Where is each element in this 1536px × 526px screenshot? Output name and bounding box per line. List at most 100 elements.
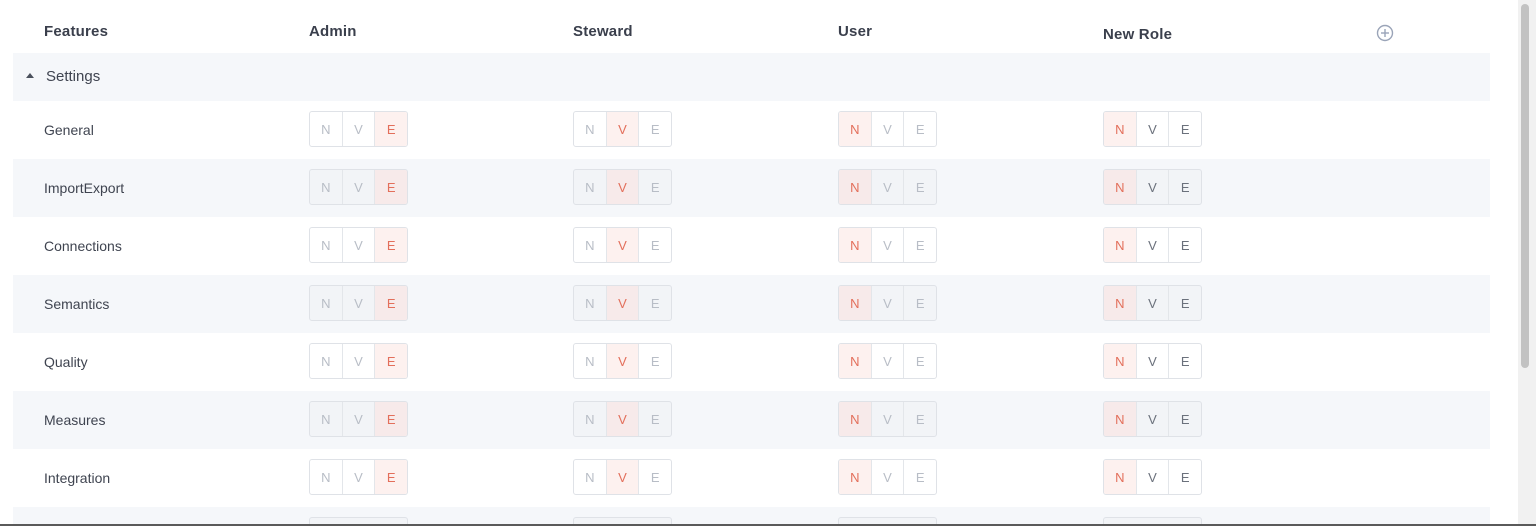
permission-option-e[interactable]: E — [374, 112, 407, 146]
permission-option-v[interactable]: V — [341, 402, 375, 436]
permission-toggle-new-role: NVE — [1103, 459, 1202, 495]
plus-circle-icon[interactable] — [1376, 24, 1394, 42]
permission-option-n[interactable]: N — [574, 460, 606, 494]
permission-option-v[interactable]: V — [605, 460, 639, 494]
permission-option-v[interactable]: V — [605, 344, 639, 378]
permission-option-n[interactable]: N — [839, 112, 871, 146]
permission-option-v[interactable]: V — [341, 460, 375, 494]
permission-option-n[interactable]: N — [1104, 460, 1136, 494]
permission-option-e[interactable]: E — [638, 460, 671, 494]
permission-option-n[interactable]: N — [574, 402, 606, 436]
permission-option-n[interactable]: N — [310, 460, 342, 494]
permission-option-v[interactable]: V — [605, 228, 639, 262]
permission-option-e[interactable]: E — [903, 112, 936, 146]
permission-toggle-new-role: NVE — [1103, 285, 1202, 321]
permission-option-v[interactable]: V — [605, 402, 639, 436]
permission-option-n[interactable]: N — [1104, 344, 1136, 378]
permission-option-n[interactable]: N — [310, 228, 342, 262]
permission-option-e[interactable]: E — [638, 286, 671, 320]
permission-option-v[interactable]: V — [605, 286, 639, 320]
permission-option-v[interactable]: V — [870, 112, 904, 146]
permission-toggle-user: NVE — [838, 401, 937, 437]
permission-option-v[interactable]: V — [341, 228, 375, 262]
permission-option-v[interactable]: V — [870, 228, 904, 262]
permission-option-e[interactable]: E — [903, 402, 936, 436]
permission-option-n[interactable]: N — [310, 170, 342, 204]
permission-option-n[interactable]: N — [839, 460, 871, 494]
permission-option-e[interactable]: E — [903, 286, 936, 320]
permission-toggle-steward: NVE — [573, 459, 672, 495]
permission-option-n[interactable]: N — [310, 286, 342, 320]
permission-option-v[interactable]: V — [870, 460, 904, 494]
permission-option-v[interactable]: V — [605, 170, 639, 204]
permission-option-e[interactable]: E — [903, 344, 936, 378]
permission-option-e[interactable]: E — [374, 402, 407, 436]
permission-option-e[interactable]: E — [374, 170, 407, 204]
permission-option-e[interactable]: E — [1168, 228, 1201, 262]
permission-option-e[interactable]: E — [638, 402, 671, 436]
permission-option-e[interactable]: E — [1168, 112, 1201, 146]
permission-option-v[interactable]: V — [870, 286, 904, 320]
header-role-steward: Steward — [573, 23, 633, 40]
permission-option-n[interactable]: N — [1104, 170, 1136, 204]
permission-toggle-new-role: NVE — [1103, 401, 1202, 437]
permission-option-e[interactable]: E — [374, 286, 407, 320]
permission-option-e[interactable]: E — [903, 460, 936, 494]
permission-option-n[interactable]: N — [574, 344, 606, 378]
permission-option-n[interactable]: N — [839, 170, 871, 204]
permission-option-n[interactable]: N — [1104, 112, 1136, 146]
permission-option-e[interactable]: E — [638, 228, 671, 262]
permission-option-n[interactable]: N — [574, 112, 606, 146]
permission-option-e[interactable]: E — [638, 170, 671, 204]
permission-option-v[interactable]: V — [1135, 228, 1169, 262]
permission-toggle-user: NVE — [838, 343, 937, 379]
permission-option-v[interactable]: V — [1135, 402, 1169, 436]
permission-option-n[interactable]: N — [839, 344, 871, 378]
permission-option-v[interactable]: V — [870, 170, 904, 204]
permission-option-n[interactable]: N — [310, 112, 342, 146]
group-row-settings[interactable]: Settings — [13, 53, 1490, 101]
permission-option-e[interactable]: E — [1168, 170, 1201, 204]
table-row: Semantics N V E N V E N V E N V E — [13, 275, 1490, 333]
permission-option-e[interactable]: E — [374, 344, 407, 378]
permission-option-v[interactable]: V — [1135, 286, 1169, 320]
permission-option-v[interactable]: V — [341, 286, 375, 320]
permission-option-v[interactable]: V — [870, 402, 904, 436]
permission-option-v[interactable]: V — [870, 344, 904, 378]
permission-option-n[interactable]: N — [574, 170, 606, 204]
permission-option-v[interactable]: V — [1135, 344, 1169, 378]
permission-option-e[interactable]: E — [374, 460, 407, 494]
permission-option-e[interactable]: E — [638, 344, 671, 378]
permission-option-v[interactable]: V — [1135, 112, 1169, 146]
permission-option-n[interactable]: N — [839, 402, 871, 436]
permission-option-e[interactable]: E — [1168, 460, 1201, 494]
permission-option-n[interactable]: N — [839, 286, 871, 320]
permission-option-e[interactable]: E — [374, 228, 407, 262]
permission-toggle-steward: NVE — [573, 285, 672, 321]
permission-option-e[interactable]: E — [1168, 344, 1201, 378]
permission-option-n[interactable]: N — [1104, 286, 1136, 320]
permission-option-n[interactable]: N — [839, 228, 871, 262]
permission-option-v[interactable]: V — [1135, 460, 1169, 494]
permission-option-e[interactable]: E — [1168, 402, 1201, 436]
permission-option-v[interactable]: V — [341, 170, 375, 204]
permission-option-v[interactable]: V — [341, 344, 375, 378]
permission-option-v[interactable]: V — [1135, 170, 1169, 204]
vertical-scrollbar-thumb[interactable] — [1521, 4, 1529, 368]
permission-toggle-new-role: NVE — [1103, 343, 1202, 379]
permission-option-e[interactable]: E — [903, 228, 936, 262]
permission-option-e[interactable]: E — [1168, 286, 1201, 320]
permission-option-n[interactable]: N — [310, 402, 342, 436]
header-role-new-role[interactable]: New Role — [1103, 25, 1172, 45]
permission-option-n[interactable]: N — [574, 286, 606, 320]
permission-option-e[interactable]: E — [638, 112, 671, 146]
caret-up-icon[interactable] — [26, 73, 34, 78]
permission-option-n[interactable]: N — [310, 344, 342, 378]
permission-option-e[interactable]: E — [903, 170, 936, 204]
permission-option-n[interactable]: N — [1104, 228, 1136, 262]
permission-option-v[interactable]: V — [341, 112, 375, 146]
permission-option-n[interactable]: N — [574, 228, 606, 262]
permission-option-n[interactable]: N — [1104, 402, 1136, 436]
permission-option-v[interactable]: V — [605, 112, 639, 146]
feature-label: Measures — [44, 412, 106, 428]
